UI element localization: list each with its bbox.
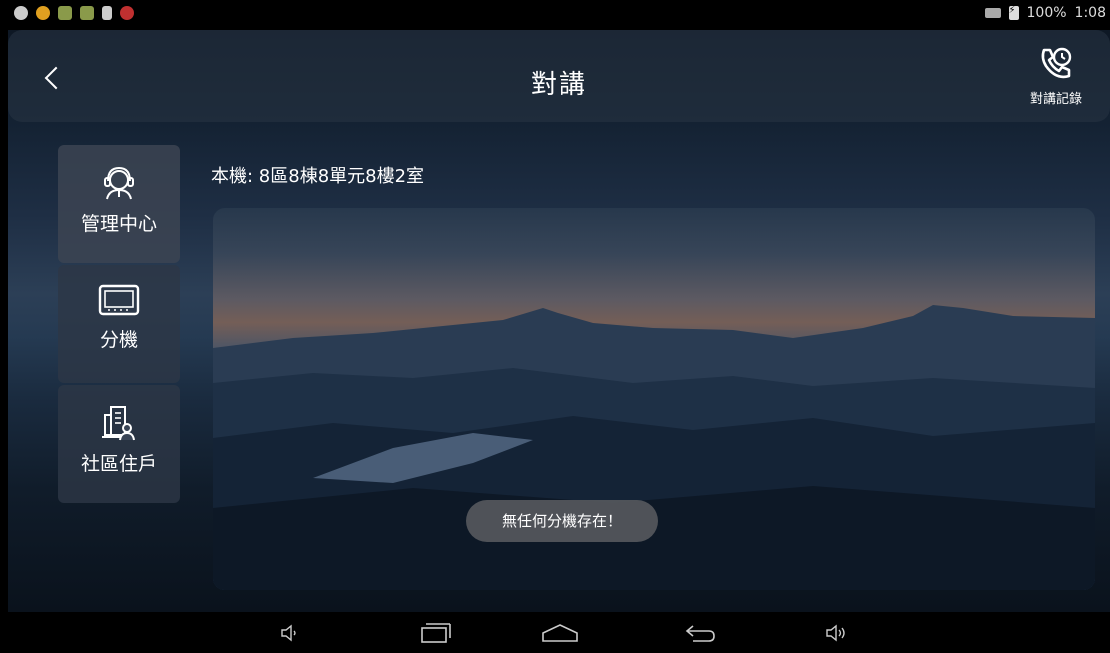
- volume-down-icon[interactable]: [270, 620, 310, 646]
- clock: 1:08: [1074, 5, 1106, 21]
- sidebar-item-community-residents[interactable]: 社區住戶: [58, 385, 180, 503]
- battery-percent: 100%: [1026, 5, 1067, 21]
- sidebar-item-extension[interactable]: 分機: [58, 265, 180, 383]
- sidebar-label: 分機: [99, 329, 138, 351]
- back-icon[interactable]: [680, 620, 720, 646]
- status-bar: 100% 1:08: [8, 0, 1110, 30]
- app-frame: 100% 1:08 對講 對講記錄 管理中心: [8, 0, 1110, 653]
- page-title: 對講: [530, 70, 587, 100]
- app-icon: [80, 6, 94, 20]
- building-residents-icon: [102, 406, 135, 441]
- alert-icon: [120, 6, 134, 20]
- sync-icon: [14, 6, 28, 20]
- app-icon: [36, 6, 50, 20]
- phone-clock-icon: [1041, 47, 1072, 79]
- sidebar-label: 管理中心: [80, 213, 157, 235]
- volume-up-icon[interactable]: [816, 620, 856, 646]
- sidebar: 管理中心 分機 社區住戶: [58, 145, 180, 503]
- local-device-label: 本機: 8區8棟8單元8樓2室: [211, 166, 425, 187]
- app-icon: [58, 6, 72, 20]
- sidebar-item-management-center[interactable]: 管理中心: [58, 145, 180, 263]
- home-icon[interactable]: [540, 620, 580, 646]
- recent-apps-icon[interactable]: [416, 620, 456, 646]
- intercom-history-button[interactable]: 對講記錄: [1016, 44, 1096, 114]
- toast-message: 無任何分機存在！: [466, 500, 658, 542]
- sidebar-label: 社區住戶: [80, 453, 157, 475]
- operator-headset-icon: [104, 166, 134, 200]
- signal-icon: [102, 6, 112, 20]
- network-icon: [984, 8, 1001, 18]
- history-label: 對講記錄: [1029, 92, 1082, 107]
- battery-icon: [1008, 5, 1019, 20]
- monitor-icon: [98, 284, 140, 316]
- system-nav-bar: [8, 612, 1110, 653]
- app-header: 對講 對講記錄: [8, 30, 1110, 122]
